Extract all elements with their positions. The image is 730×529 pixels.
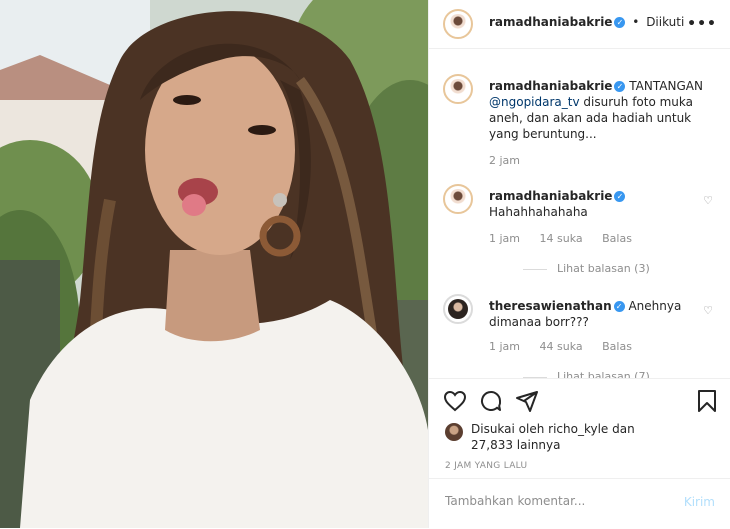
comment-item: theresawienathan ✓ Anehnya dimanaa borr??… <box>443 294 713 378</box>
post-header: ramadhaniabakrie ✓ • Diikuti ••• <box>429 0 730 49</box>
post-modal: ramadhaniabakrie ✓ • Diikuti ••• ramadhan… <box>0 0 730 528</box>
comment-time: 1 jam <box>489 340 521 353</box>
view-replies-label: Lihat balasan (3) <box>557 262 650 275</box>
caption-avatar[interactable] <box>443 74 473 104</box>
view-replies-button[interactable]: Lihat balasan (3) <box>523 262 650 275</box>
caption-item: ramadhaniabakrie ✓ TANTANGAN @ngopidara_t… <box>443 74 713 174</box>
verified-badge-icon: ✓ <box>613 301 625 312</box>
post-timestamp[interactable]: 2 JAM YANG LALU <box>445 461 527 471</box>
share-icon[interactable] <box>515 389 539 413</box>
post-comment-button[interactable]: Kirim <box>684 495 715 509</box>
selfie-image <box>0 0 428 528</box>
view-replies-label: Lihat balasan (7) <box>557 370 650 378</box>
separator-dot: • <box>632 15 640 29</box>
author-line: ramadhaniabakrie ✓ • Diikuti <box>489 15 684 29</box>
comment-text: ramadhaniabakrie ✓ Hahahhahahaha <box>489 188 709 220</box>
comment-meta: 1 jam 44 suka Balas <box>489 340 648 353</box>
caption-time: 2 jam <box>489 154 521 167</box>
heart-icon[interactable] <box>443 389 467 413</box>
more-options-icon[interactable]: ••• <box>687 16 717 32</box>
comment-meta: 1 jam 14 suka Balas <box>489 232 648 245</box>
add-comment-bar: Kirim <box>429 478 730 529</box>
comment-like-heart-icon[interactable]: ♡ <box>703 304 713 317</box>
comment-avatar[interactable] <box>443 294 473 324</box>
caption-meta: 2 jam <box>489 154 536 167</box>
comment-avatar[interactable] <box>443 184 473 214</box>
caption-text-pre: TANTANGAN <box>629 79 703 93</box>
view-replies-button[interactable]: Lihat balasan (7) <box>523 370 650 378</box>
verified-badge-icon: ✓ <box>614 81 626 92</box>
author-avatar[interactable] <box>443 9 473 39</box>
comment-time: 1 jam <box>489 232 521 245</box>
comments-list[interactable]: ramadhaniabakrie ✓ TANTANGAN @ngopidara_t… <box>429 48 730 378</box>
comment-like-count[interactable]: 44 suka <box>540 340 583 353</box>
add-comment-input[interactable] <box>443 493 667 509</box>
likes-text: Disukai oleh richo_kyle dan 27,833 lainn… <box>471 422 635 452</box>
caption-text: ramadhaniabakrie ✓ TANTANGAN @ngopidara_t… <box>489 78 709 142</box>
caption-username[interactable]: ramadhaniabakrie <box>489 79 612 93</box>
post-side-panel: ramadhaniabakrie ✓ • Diikuti ••• ramadhan… <box>428 0 730 528</box>
comment-reply-button[interactable]: Balas <box>602 340 632 353</box>
author-username[interactable]: ramadhaniabakrie <box>489 15 612 29</box>
comment-like-heart-icon[interactable]: ♡ <box>703 194 713 207</box>
comment-text: theresawienathan ✓ Anehnya dimanaa borr??… <box>489 298 709 330</box>
comment-reply-button[interactable]: Balas <box>602 232 632 245</box>
comment-username[interactable]: ramadhaniabakrie <box>489 189 612 203</box>
liker-avatar <box>445 423 463 441</box>
verified-badge-icon: ✓ <box>614 191 626 202</box>
verified-badge-icon: ✓ <box>614 17 626 28</box>
comment-item: ramadhaniabakrie ✓ Hahahhahahaha ♡ 1 jam … <box>443 184 713 284</box>
likes-summary[interactable]: Disukai oleh richo_kyle dan 27,833 lainn… <box>445 421 671 453</box>
comment-icon[interactable] <box>479 389 503 413</box>
bookmark-icon[interactable] <box>695 389 719 413</box>
follow-status-button[interactable]: Diikuti <box>646 15 684 29</box>
post-photo[interactable] <box>0 0 428 528</box>
comment-like-count[interactable]: 14 suka <box>540 232 583 245</box>
comment-body: Hahahhahahaha <box>489 205 588 219</box>
comment-username[interactable]: theresawienathan <box>489 299 612 313</box>
replies-divider <box>523 268 547 270</box>
caption-mention-link[interactable]: @ngopidara_tv <box>489 95 580 109</box>
